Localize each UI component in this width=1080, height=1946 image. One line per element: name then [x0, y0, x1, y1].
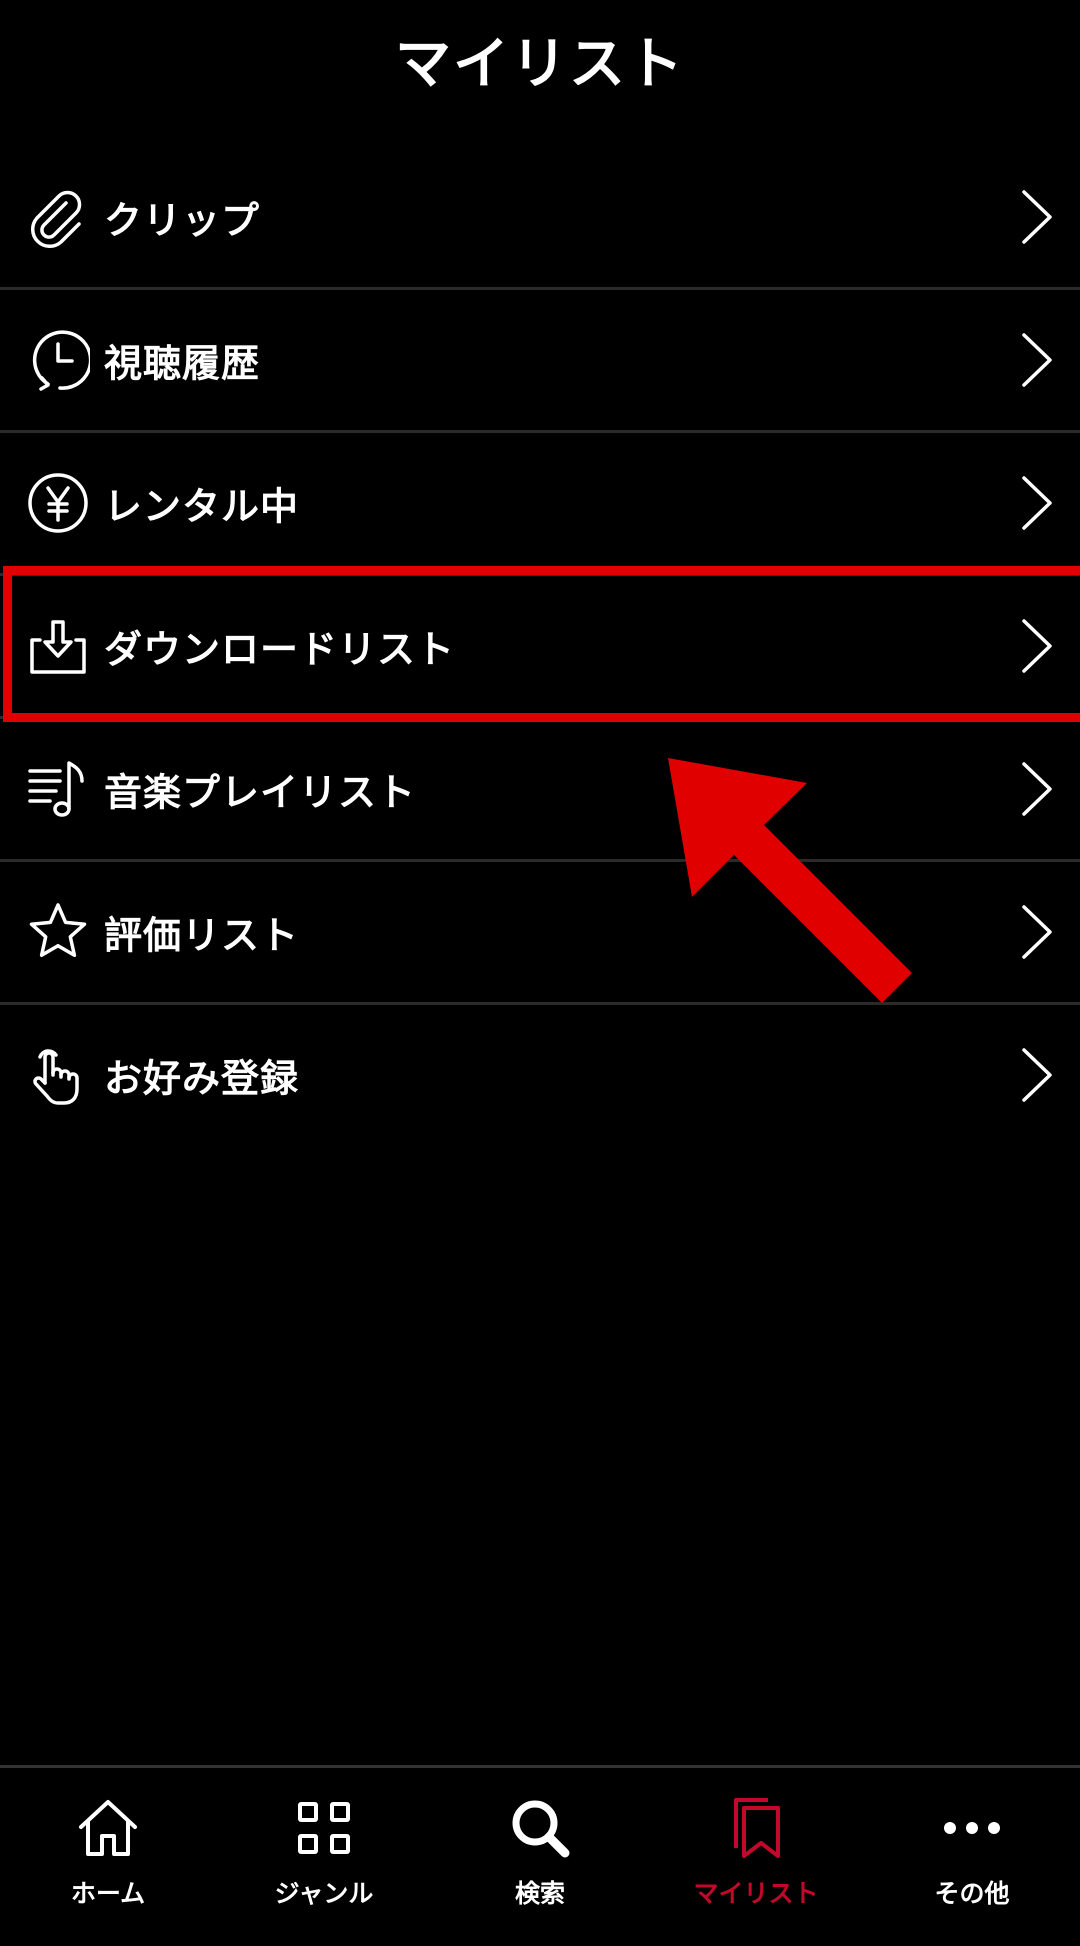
menu-item-clip[interactable]: クリップ	[0, 147, 1080, 290]
nav-label: マイリスト	[693, 1879, 819, 1908]
bottom-navigation: ホーム ジャンル 検索 マイリスト その他	[0, 1765, 1080, 1946]
grid-icon	[292, 1796, 356, 1864]
menu-item-label: 評価リスト	[104, 913, 300, 958]
more-dots-icon	[940, 1796, 1004, 1864]
nav-label: 検索	[514, 1879, 565, 1908]
chevron-right-icon	[1022, 1048, 1052, 1102]
music-playlist-icon	[26, 757, 90, 821]
menu-item-music-playlist[interactable]: 音楽プレイリスト	[0, 719, 1080, 862]
nav-item-home[interactable]: ホーム	[0, 1768, 216, 1946]
search-icon	[508, 1796, 572, 1864]
nav-item-more[interactable]: その他	[864, 1768, 1080, 1946]
nav-item-genre[interactable]: ジャンル	[216, 1768, 432, 1946]
history-clock-icon	[26, 328, 90, 392]
nav-label: ジャンル	[274, 1879, 374, 1908]
menu-item-label: 視聴履歴	[104, 341, 261, 386]
page-title: マイリスト	[395, 32, 685, 97]
menu-item-history[interactable]: 視聴履歴	[0, 290, 1080, 433]
chevron-right-icon	[1022, 762, 1052, 816]
chevron-right-icon	[1022, 333, 1052, 387]
menu-item-label: ダウンロードリスト	[104, 627, 456, 672]
menu-item-rental[interactable]: レンタル中	[0, 433, 1080, 576]
tap-hand-icon	[26, 1043, 90, 1107]
bookmark-stack-icon	[724, 1796, 788, 1864]
chevron-right-icon	[1022, 619, 1052, 673]
yen-coin-icon	[26, 471, 90, 535]
menu-item-label: 音楽プレイリスト	[104, 770, 417, 815]
nav-label: ホーム	[70, 1879, 146, 1908]
nav-item-mylist[interactable]: マイリスト	[648, 1768, 864, 1946]
menu-item-download-list[interactable]: ダウンロードリスト	[0, 576, 1080, 719]
home-icon	[76, 1796, 140, 1864]
chevron-right-icon	[1022, 476, 1052, 530]
nav-label: その他	[934, 1879, 1010, 1908]
menu-item-rating-list[interactable]: 評価リスト	[0, 862, 1080, 1005]
chevron-right-icon	[1022, 905, 1052, 959]
menu-item-preferences[interactable]: お好み登録	[0, 1005, 1080, 1145]
star-icon	[26, 900, 90, 964]
nav-item-search[interactable]: 検索	[432, 1768, 648, 1946]
menu-item-label: クリップ	[104, 198, 261, 243]
menu-item-label: レンタル中	[104, 484, 300, 529]
menu-item-label: お好み登録	[104, 1056, 300, 1101]
mylist-menu: クリップ 視聴履歴 レンタル中 ダウンロードリスト 音楽プレイリスト 評価リスト…	[0, 147, 1080, 1145]
chevron-right-icon	[1022, 190, 1052, 244]
paperclip-icon	[26, 185, 90, 249]
download-tray-icon	[26, 614, 90, 678]
